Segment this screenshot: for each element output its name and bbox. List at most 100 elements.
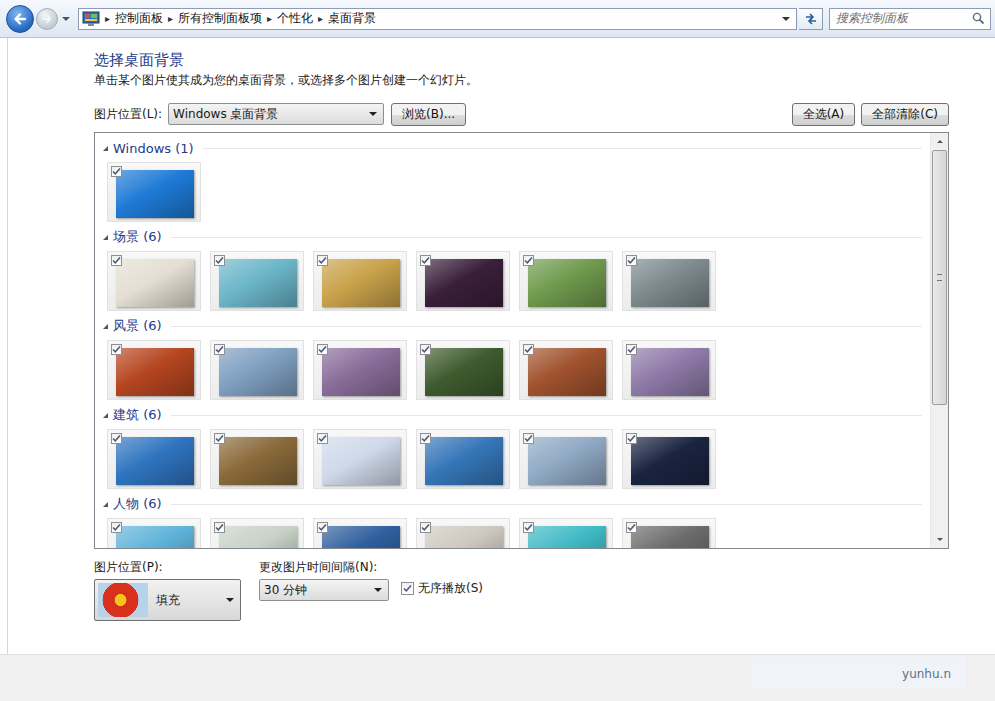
magnifier-icon (972, 12, 985, 25)
picture-checkbox[interactable] (214, 255, 225, 266)
collapse-triangle-icon[interactable] (103, 502, 108, 507)
group-header[interactable]: 场景 (6) (103, 228, 930, 246)
recent-pages-arrow-icon[interactable] (62, 17, 70, 21)
picture-thumbnail[interactable] (107, 251, 201, 311)
check-icon (215, 434, 224, 443)
picture-checkbox[interactable] (111, 166, 122, 177)
group-header[interactable]: 风景 (6) (103, 317, 930, 335)
picture-checkbox[interactable] (523, 255, 534, 266)
picture-thumbnail[interactable] (416, 251, 510, 311)
picture-checkbox[interactable] (523, 522, 534, 533)
interval-dropdown[interactable]: 30 分钟 (259, 579, 389, 601)
browse-button[interactable]: 浏览(B)... (391, 103, 466, 126)
breadcrumb-item[interactable]: 桌面背景 (328, 10, 376, 27)
picture-checkbox[interactable] (214, 522, 225, 533)
picture-thumbnail[interactable] (210, 518, 304, 548)
picture-checkbox[interactable] (523, 433, 534, 444)
forward-button[interactable] (36, 8, 58, 30)
picture-checkbox[interactable] (420, 344, 431, 355)
back-button[interactable] (6, 5, 34, 33)
picture-checkbox[interactable] (420, 522, 431, 533)
picture-thumbnail[interactable] (210, 251, 304, 311)
picture-preview (528, 526, 606, 548)
picture-thumbnail[interactable] (107, 162, 201, 222)
picture-checkbox[interactable] (626, 255, 637, 266)
picture-thumbnail[interactable] (107, 429, 201, 489)
picture-thumbnail[interactable] (313, 429, 407, 489)
breadcrumb-separator[interactable]: ▸ (168, 13, 173, 24)
group-header[interactable]: 建筑 (6) (103, 406, 930, 424)
scroll-down-button[interactable] (931, 531, 948, 548)
collapse-triangle-icon[interactable] (103, 413, 108, 418)
collapse-triangle-icon[interactable] (103, 235, 108, 240)
position-dropdown[interactable]: 填充 (94, 579, 241, 621)
group-header[interactable]: 人物 (6) (103, 495, 930, 513)
address-bar[interactable]: ▸ 控制面板 ▸ 所有控制面板项 ▸ 个性化 ▸ 桌面背景 (78, 8, 797, 30)
picture-preview (219, 348, 297, 396)
collapse-triangle-icon[interactable] (103, 324, 108, 329)
picture-checkbox[interactable] (317, 522, 328, 533)
location-dropdown[interactable]: Windows 桌面背景 (168, 103, 384, 125)
breadcrumb-separator[interactable]: ▸ (318, 13, 323, 24)
picture-thumbnail[interactable] (313, 340, 407, 400)
picture-checkbox[interactable] (420, 255, 431, 266)
address-dropdown-icon[interactable] (782, 17, 790, 21)
breadcrumb-item[interactable]: 控制面板 (115, 10, 163, 27)
picture-thumbnail[interactable] (107, 340, 201, 400)
picture-preview (425, 259, 503, 307)
scroll-thumb[interactable] (932, 150, 947, 405)
picture-thumbnail[interactable] (107, 518, 201, 548)
select-button[interactable]: 全部清除(C) (861, 103, 949, 126)
page-heading: 选择桌面背景 (94, 50, 948, 70)
picture-preview (631, 526, 709, 548)
picture-checkbox[interactable] (626, 433, 637, 444)
shuffle-checkbox[interactable]: 无序播放(S) (401, 580, 483, 597)
breadcrumb-item[interactable]: 所有控制面板项 (178, 10, 262, 27)
forward-arrow-icon (41, 13, 53, 25)
picture-checkbox[interactable] (420, 433, 431, 444)
picture-thumbnail[interactable] (210, 429, 304, 489)
picture-thumbnail[interactable] (519, 251, 613, 311)
check-icon (112, 434, 121, 443)
picture-thumbnail[interactable] (210, 340, 304, 400)
shuffle-check-box[interactable] (401, 582, 414, 595)
collapse-triangle-icon[interactable] (103, 146, 108, 151)
picture-thumbnail[interactable] (313, 251, 407, 311)
select-button[interactable]: 全选(A) (792, 103, 856, 126)
group-header[interactable]: Windows (1) (103, 139, 930, 157)
picture-checkbox[interactable] (626, 344, 637, 355)
breadcrumb-separator[interactable]: ▸ (105, 13, 110, 24)
scroll-up-button[interactable] (931, 133, 948, 150)
breadcrumb-separator[interactable]: ▸ (267, 13, 272, 24)
picture-preview (631, 348, 709, 396)
picture-thumbnail[interactable] (622, 518, 716, 548)
picture-checkbox[interactable] (317, 433, 328, 444)
picture-thumbnail[interactable] (519, 518, 613, 548)
picture-thumbnail[interactable] (519, 340, 613, 400)
picture-thumbnail[interactable] (622, 340, 716, 400)
scrollbar[interactable] (930, 133, 948, 548)
picture-checkbox[interactable] (317, 344, 328, 355)
picture-thumbnail[interactable] (313, 518, 407, 548)
address-toolbar: ▸ 控制面板 ▸ 所有控制面板项 ▸ 个性化 ▸ 桌面背景 搜索控制面板 (0, 0, 995, 38)
search-box[interactable]: 搜索控制面板 (829, 8, 991, 30)
picture-thumbnail[interactable] (416, 340, 510, 400)
picture-checkbox[interactable] (214, 433, 225, 444)
thumbnail-row (107, 429, 930, 489)
picture-checkbox[interactable] (626, 522, 637, 533)
breadcrumb-item[interactable]: 个性化 (277, 10, 313, 27)
picture-thumbnail[interactable] (416, 429, 510, 489)
picture-checkbox[interactable] (111, 344, 122, 355)
picture-preview (322, 259, 400, 307)
picture-checkbox[interactable] (111, 522, 122, 533)
picture-checkbox[interactable] (111, 433, 122, 444)
picture-checkbox[interactable] (214, 344, 225, 355)
picture-thumbnail[interactable] (622, 429, 716, 489)
picture-checkbox[interactable] (317, 255, 328, 266)
picture-thumbnail[interactable] (416, 518, 510, 548)
picture-checkbox[interactable] (523, 344, 534, 355)
picture-checkbox[interactable] (111, 255, 122, 266)
picture-thumbnail[interactable] (519, 429, 613, 489)
refresh-button[interactable] (799, 8, 823, 30)
picture-thumbnail[interactable] (622, 251, 716, 311)
